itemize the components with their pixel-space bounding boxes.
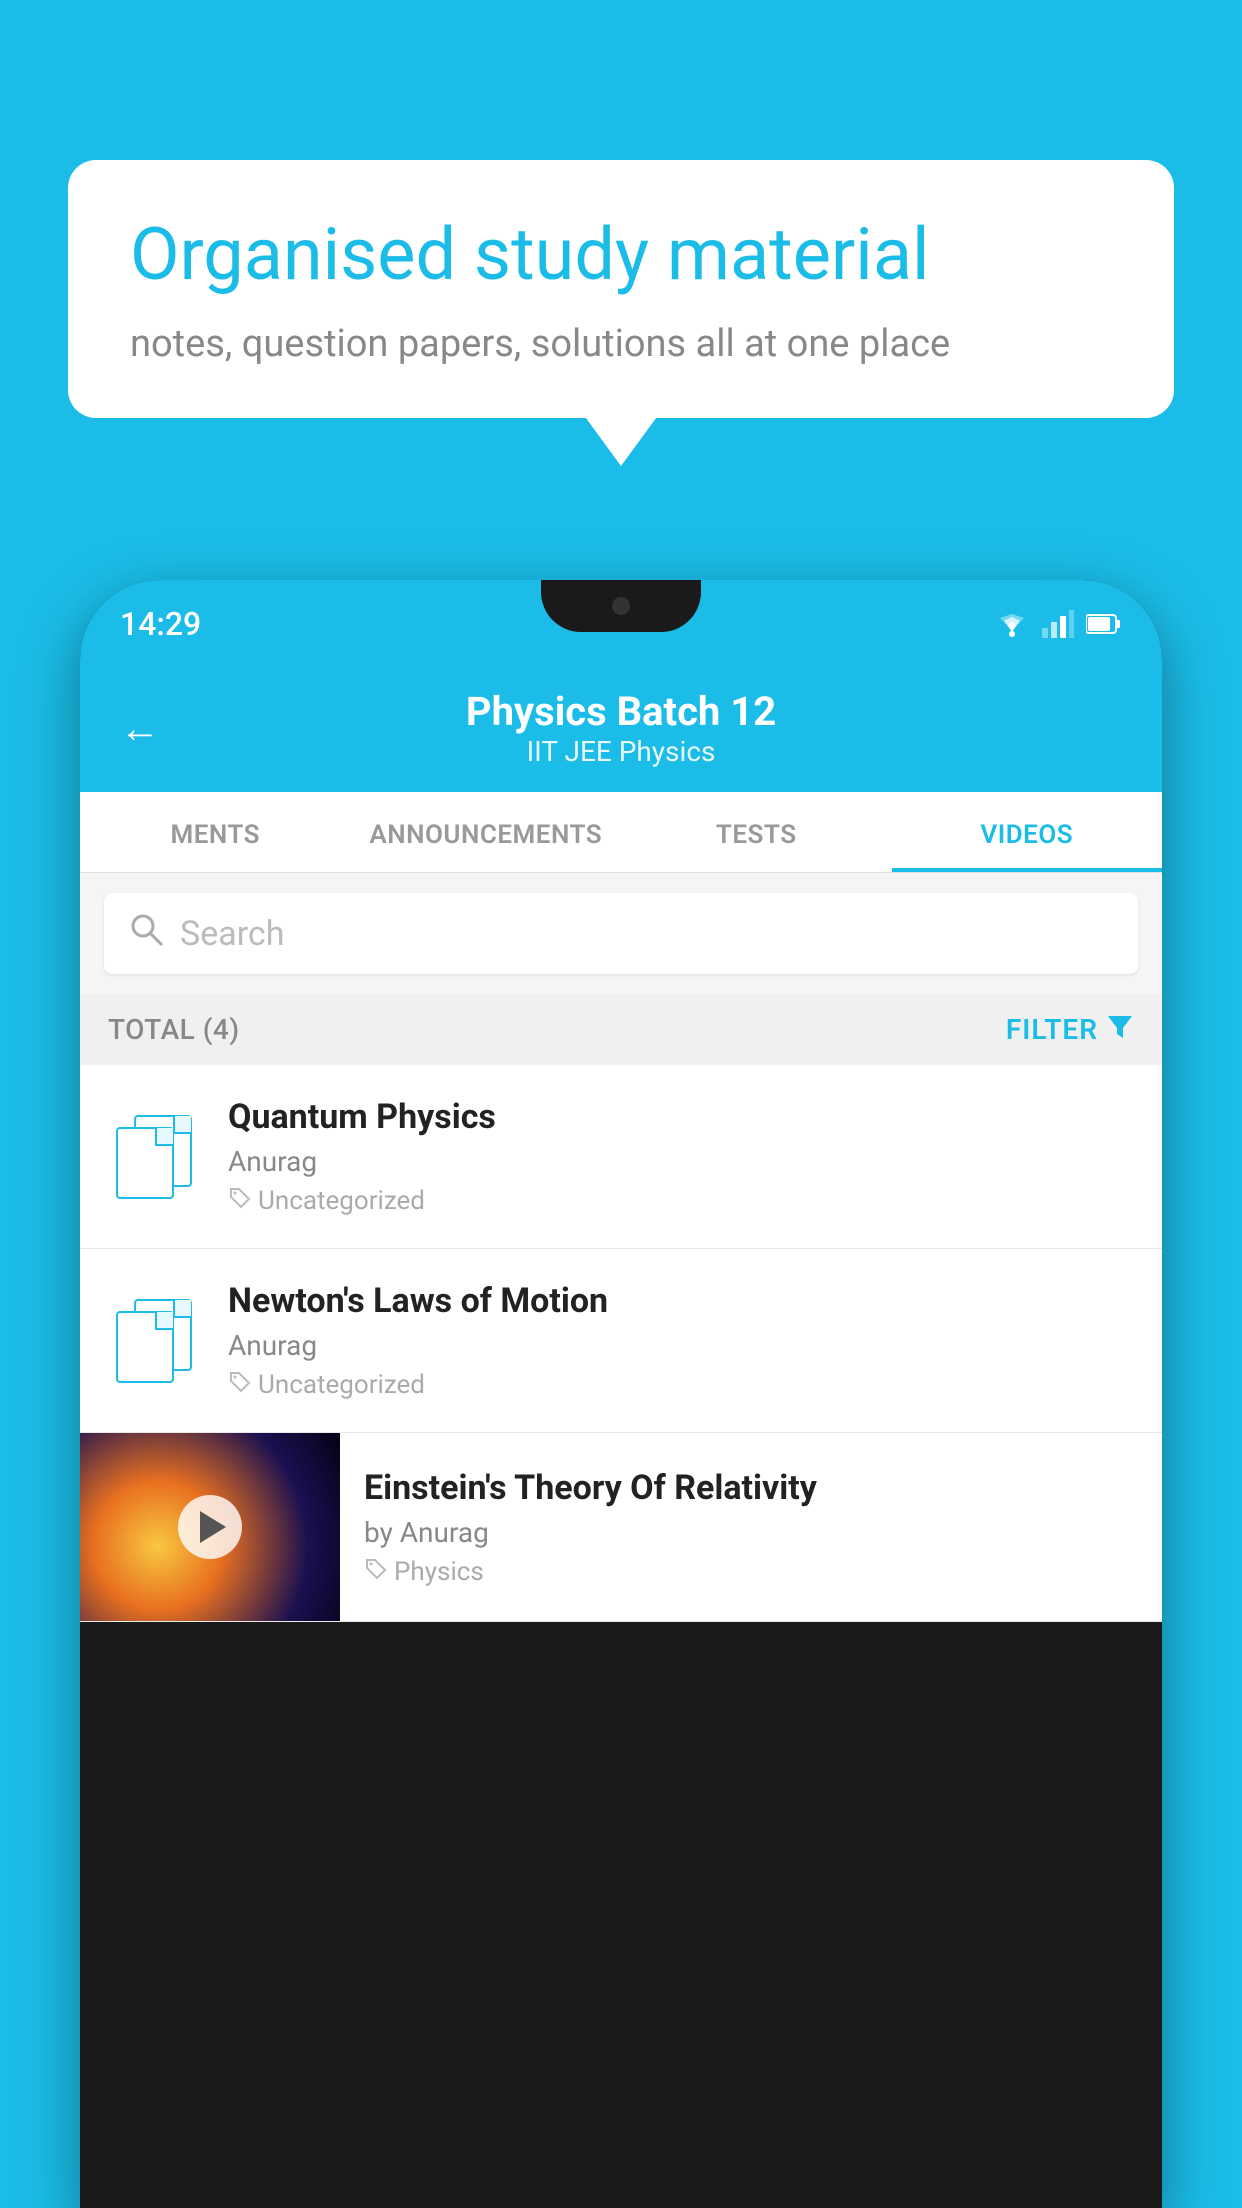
video-info: Newton's Laws of Motion Anurag Uncategor… <box>228 1281 1138 1400</box>
back-button[interactable]: ← <box>120 705 160 752</box>
video-file-icon <box>104 1299 204 1383</box>
list-item[interactable]: Einstein's Theory Of Relativity by Anura… <box>80 1433 1162 1622</box>
play-icon <box>200 1511 226 1543</box>
search-bar[interactable]: Search <box>104 893 1138 974</box>
app-header: ← Physics Batch 12 IIT JEE Physics <box>80 668 1162 792</box>
video-file-icon <box>104 1115 204 1199</box>
tab-tests[interactable]: TESTS <box>621 792 892 872</box>
search-bar-container: Search <box>80 873 1162 994</box>
battery-icon <box>1086 613 1122 635</box>
batch-subtitle: IIT JEE Physics <box>466 735 776 768</box>
tab-videos[interactable]: VIDEOS <box>892 792 1163 872</box>
tabs-bar: MENTS ANNOUNCEMENTS TESTS VIDEOS <box>80 792 1162 873</box>
search-icon <box>128 911 164 956</box>
video-tag: Uncategorized <box>228 1186 1138 1216</box>
tag-icon <box>364 1557 388 1587</box>
file-front-icon <box>116 1127 174 1199</box>
signal-icon <box>1042 610 1074 638</box>
video-thumbnail <box>80 1433 340 1621</box>
video-tag: Uncategorized <box>228 1370 1138 1400</box>
total-count: TOTAL (4) <box>108 1013 240 1046</box>
list-item[interactable]: Newton's Laws of Motion Anurag Uncategor… <box>80 1249 1162 1433</box>
video-author: Anurag <box>228 1145 1138 1178</box>
video-author: Anurag <box>228 1329 1138 1362</box>
phone-frame: 14:29 <box>80 580 1162 2208</box>
status-time: 14:29 <box>120 605 201 643</box>
tag-icon <box>228 1370 252 1400</box>
file-front-icon <box>116 1311 174 1383</box>
filter-funnel-icon <box>1106 1012 1134 1047</box>
video-title: Quantum Physics <box>228 1097 1138 1137</box>
speech-bubble-subtext: notes, question papers, solutions all at… <box>130 322 1112 366</box>
list-item[interactable]: Quantum Physics Anurag Uncategorized <box>80 1065 1162 1249</box>
video-info: Quantum Physics Anurag Uncategorized <box>228 1097 1138 1216</box>
filter-button[interactable]: FILTER <box>1006 1012 1134 1047</box>
camera-dot <box>612 597 630 615</box>
play-button[interactable] <box>178 1495 242 1559</box>
video-list: Quantum Physics Anurag Uncategorized <box>80 1065 1162 1622</box>
speech-bubble-heading: Organised study material <box>130 212 1112 298</box>
video-tag: Physics <box>364 1557 1138 1587</box>
video-info: Einstein's Theory Of Relativity by Anura… <box>340 1440 1162 1615</box>
phone-screen: Search TOTAL (4) FILTER <box>80 873 1162 1622</box>
header-title-block: Physics Batch 12 IIT JEE Physics <box>466 688 776 768</box>
status-bar: 14:29 <box>80 580 1162 668</box>
phone-notch <box>541 580 701 632</box>
status-icons <box>994 610 1122 638</box>
tag-icon <box>228 1186 252 1216</box>
thumbnail-bg <box>80 1433 340 1621</box>
filter-bar: TOTAL (4) FILTER <box>80 994 1162 1065</box>
speech-bubble: Organised study material notes, question… <box>68 160 1174 418</box>
tab-announcements[interactable]: ANNOUNCEMENTS <box>351 792 622 872</box>
batch-title: Physics Batch 12 <box>466 688 776 735</box>
wifi-icon <box>994 610 1030 638</box>
video-title: Newton's Laws of Motion <box>228 1281 1138 1321</box>
video-author: by Anurag <box>364 1516 1138 1549</box>
search-placeholder[interactable]: Search <box>180 914 284 954</box>
video-title: Einstein's Theory Of Relativity <box>364 1468 1138 1508</box>
tab-ments[interactable]: MENTS <box>80 792 351 872</box>
